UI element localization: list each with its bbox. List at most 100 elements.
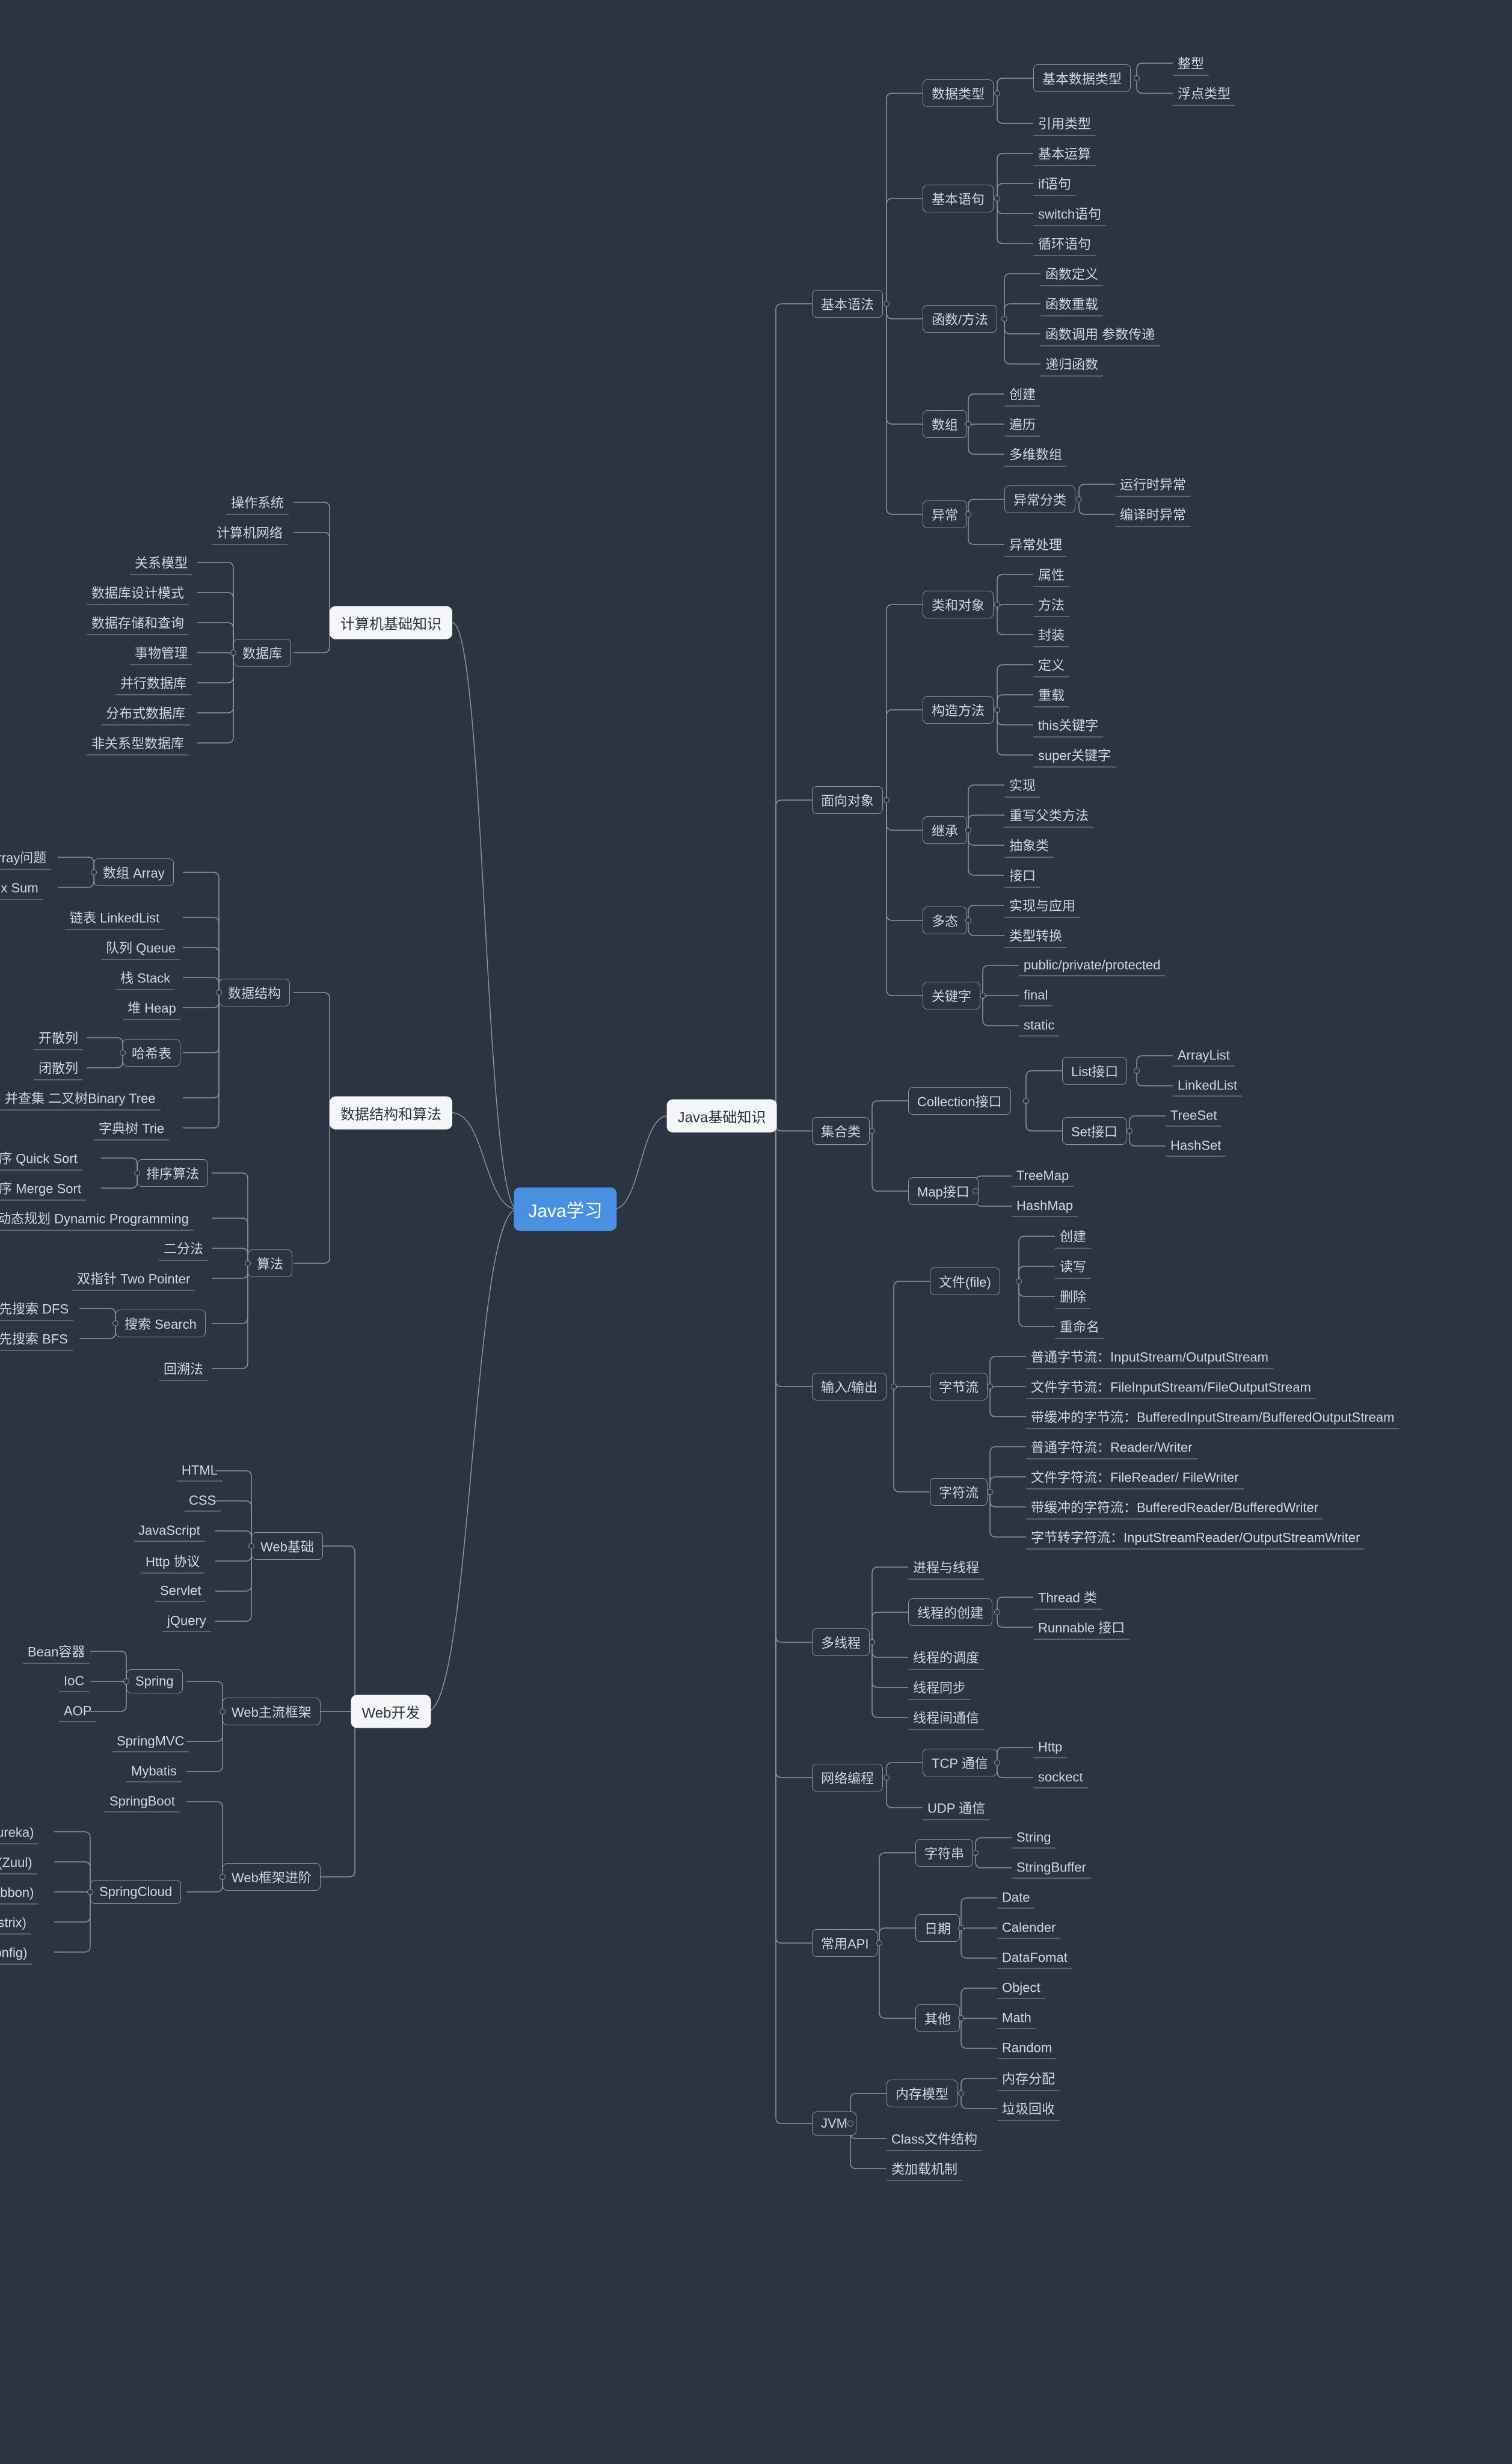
mindmap-node[interactable]: Spring	[126, 1669, 183, 1693]
mindmap-node[interactable]: 关键字	[923, 982, 980, 1009]
mindmap-node[interactable]: 遍历	[1004, 412, 1040, 437]
mindmap-node[interactable]: TCP 通信	[923, 1749, 997, 1776]
mindmap-node[interactable]: 定义	[1033, 653, 1069, 677]
mindmap-node[interactable]: StringBuffer	[1012, 1858, 1091, 1879]
mindmap-node[interactable]: HTML	[177, 1461, 223, 1482]
mindmap-node[interactable]: Bean容器	[23, 1639, 90, 1664]
mindmap-node[interactable]: 线程同步	[908, 1675, 971, 1700]
mindmap-node[interactable]: 线程间通信	[908, 1705, 984, 1730]
mindmap-node[interactable]: 函数重载	[1040, 292, 1103, 316]
mindmap-node[interactable]: Java基础知识	[667, 1100, 777, 1133]
mindmap-node[interactable]: 多线程	[812, 1628, 870, 1656]
mindmap-node[interactable]: 文件字符流：FileReader/ FileWriter	[1026, 1465, 1244, 1489]
mindmap-node[interactable]: 操作系统	[226, 490, 289, 515]
mindmap-node[interactable]: SpringCloud	[90, 1880, 181, 1904]
mindmap-node[interactable]: 运行时异常	[1115, 472, 1191, 497]
mindmap-node[interactable]: Web基础	[251, 1532, 323, 1560]
mindmap-node[interactable]: 非关系型数据库	[87, 731, 189, 756]
mindmap-node[interactable]: Web开发	[351, 1695, 431, 1728]
mindmap-node[interactable]: 类和对象	[923, 591, 994, 618]
mindmap-node[interactable]: 方法	[1033, 593, 1069, 617]
mindmap-node[interactable]: 集合类	[812, 1117, 870, 1145]
mindmap-node[interactable]: 基本语句	[923, 185, 994, 212]
mindmap-node[interactable]: String	[1012, 1828, 1056, 1849]
mindmap-node[interactable]: 数据存储和查询	[87, 611, 189, 635]
mindmap-node[interactable]: LinkedList	[1173, 1076, 1242, 1097]
mindmap-node[interactable]: 普通字符流：Reader/Writer	[1026, 1435, 1197, 1459]
mindmap-node[interactable]: 回溯法	[159, 1357, 208, 1381]
mindmap-node[interactable]: HashMap	[1012, 1196, 1078, 1217]
mindmap-node[interactable]: 二分法	[159, 1236, 208, 1261]
mindmap-node[interactable]: 构造方法	[923, 696, 994, 724]
mindmap-node[interactable]: 其他	[915, 2004, 960, 2032]
mindmap-node[interactable]: switch语句	[1033, 202, 1106, 226]
mindmap-node[interactable]: jQuery	[162, 1611, 211, 1632]
mindmap-node[interactable]: 数组	[923, 410, 967, 438]
mindmap-node[interactable]: 输入/输出	[812, 1373, 887, 1400]
mindmap-node[interactable]: 基本数据类型	[1033, 64, 1131, 92]
mindmap-node[interactable]: 带缓冲的字节流：BufferedInputStream/BufferedOutp…	[1026, 1405, 1399, 1429]
mindmap-node[interactable]: 计算机基础知识	[330, 606, 452, 639]
mindmap-node[interactable]: 事物管理	[130, 641, 192, 665]
mindmap-node[interactable]: Thread 类	[1033, 1585, 1102, 1610]
mindmap-node[interactable]: 算法	[248, 1249, 292, 1277]
mindmap-node[interactable]: 日期	[915, 1914, 960, 1942]
mindmap-node[interactable]: Runnable 接口	[1033, 1615, 1129, 1640]
mindmap-node[interactable]: 多维数组	[1004, 442, 1067, 467]
mindmap-node[interactable]: 数据结构和算法	[330, 1097, 452, 1130]
mindmap-node[interactable]: 排序算法	[137, 1159, 208, 1187]
mindmap-node[interactable]: final	[1019, 985, 1053, 1006]
mindmap-node[interactable]: 数组 Array	[94, 858, 174, 886]
mindmap-node[interactable]: sockect	[1033, 1767, 1088, 1788]
mindmap-node[interactable]: 函数定义	[1040, 262, 1103, 286]
mindmap-node[interactable]: public/private/protected	[1019, 955, 1165, 976]
mindmap-node[interactable]: static	[1019, 1015, 1059, 1036]
mindmap-node[interactable]: 属性	[1033, 562, 1069, 587]
mindmap-node[interactable]: 常用API	[812, 1929, 877, 1957]
mindmap-node[interactable]: 重命名	[1055, 1314, 1104, 1339]
mindmap-node[interactable]: 抽象类	[1004, 833, 1054, 858]
mindmap-node[interactable]: Object	[997, 1978, 1045, 1999]
mindmap-node[interactable]: 线程的创建	[908, 1598, 992, 1626]
mindmap-node[interactable]: 基本运算	[1033, 141, 1096, 166]
mindmap-node[interactable]: 面向对象	[812, 786, 883, 814]
mindmap-node[interactable]: 函数调用 参数传递	[1040, 322, 1160, 346]
mindmap-node[interactable]: 重载	[1033, 683, 1069, 707]
mindmap-node[interactable]: 服务网关 (Zuul)	[0, 1850, 37, 1874]
mindmap-node[interactable]: 队列 Queue	[101, 935, 180, 960]
mindmap-node[interactable]: Collection接口	[908, 1087, 1011, 1115]
mindmap-node[interactable]: 动态规划 Dynamic Programming	[0, 1206, 194, 1231]
mindmap-node[interactable]: 接口	[1004, 863, 1040, 888]
mindmap-node[interactable]: 内存分配	[997, 2066, 1060, 2091]
mindmap-node[interactable]: 删除	[1055, 1284, 1091, 1309]
mindmap-node[interactable]: 引用类型	[1033, 111, 1096, 136]
mindmap-node[interactable]: 多态	[923, 907, 967, 934]
mindmap-node[interactable]: DataFomat	[997, 1948, 1072, 1969]
mindmap-node[interactable]: Date	[997, 1888, 1034, 1909]
mindmap-node[interactable]: this关键字	[1033, 713, 1103, 738]
mindmap-node[interactable]: 字符串	[915, 1839, 973, 1867]
mindmap-node[interactable]: 网络编程	[812, 1764, 883, 1791]
mindmap-node[interactable]: 重写父类方法	[1004, 803, 1093, 828]
mindmap-node[interactable]: 创建	[1004, 382, 1040, 407]
mindmap-node[interactable]: 断路器 (Hystrix)	[0, 1910, 31, 1935]
mindmap-node[interactable]: HashSet	[1166, 1136, 1226, 1157]
mindmap-node[interactable]: 创建	[1055, 1224, 1091, 1249]
mindmap-node[interactable]: if语句	[1033, 171, 1076, 196]
mindmap-node[interactable]: 类型转换	[1004, 923, 1067, 948]
mindmap-node[interactable]: 深度优先搜索 DFS	[0, 1296, 73, 1321]
mindmap-node[interactable]: 文件字节流：FileInputStream/FileOutputStream	[1026, 1375, 1316, 1399]
mindmap-node[interactable]: Subarray问题	[0, 845, 51, 870]
mindmap-node[interactable]: 数据类型	[923, 79, 994, 107]
mindmap-node[interactable]: 广度优先搜索 BFS	[0, 1326, 73, 1351]
mindmap-node[interactable]: List接口	[1062, 1057, 1127, 1085]
mindmap-node[interactable]: 字节流	[930, 1373, 988, 1400]
mindmap-node[interactable]: SpringMVC	[112, 1731, 189, 1752]
mindmap-node[interactable]: 快速排序 Quick Sort	[0, 1146, 82, 1171]
mindmap-node[interactable]: Mybatis	[126, 1761, 182, 1782]
mindmap-node[interactable]: AOP	[59, 1701, 96, 1722]
mindmap-node[interactable]: Random	[997, 2038, 1057, 2059]
mindmap-node[interactable]: Set接口	[1062, 1117, 1126, 1145]
mindmap-node[interactable]: 负载均衡 (Ribbon)	[0, 1880, 38, 1905]
mindmap-node[interactable]: 基本语法	[812, 290, 883, 318]
